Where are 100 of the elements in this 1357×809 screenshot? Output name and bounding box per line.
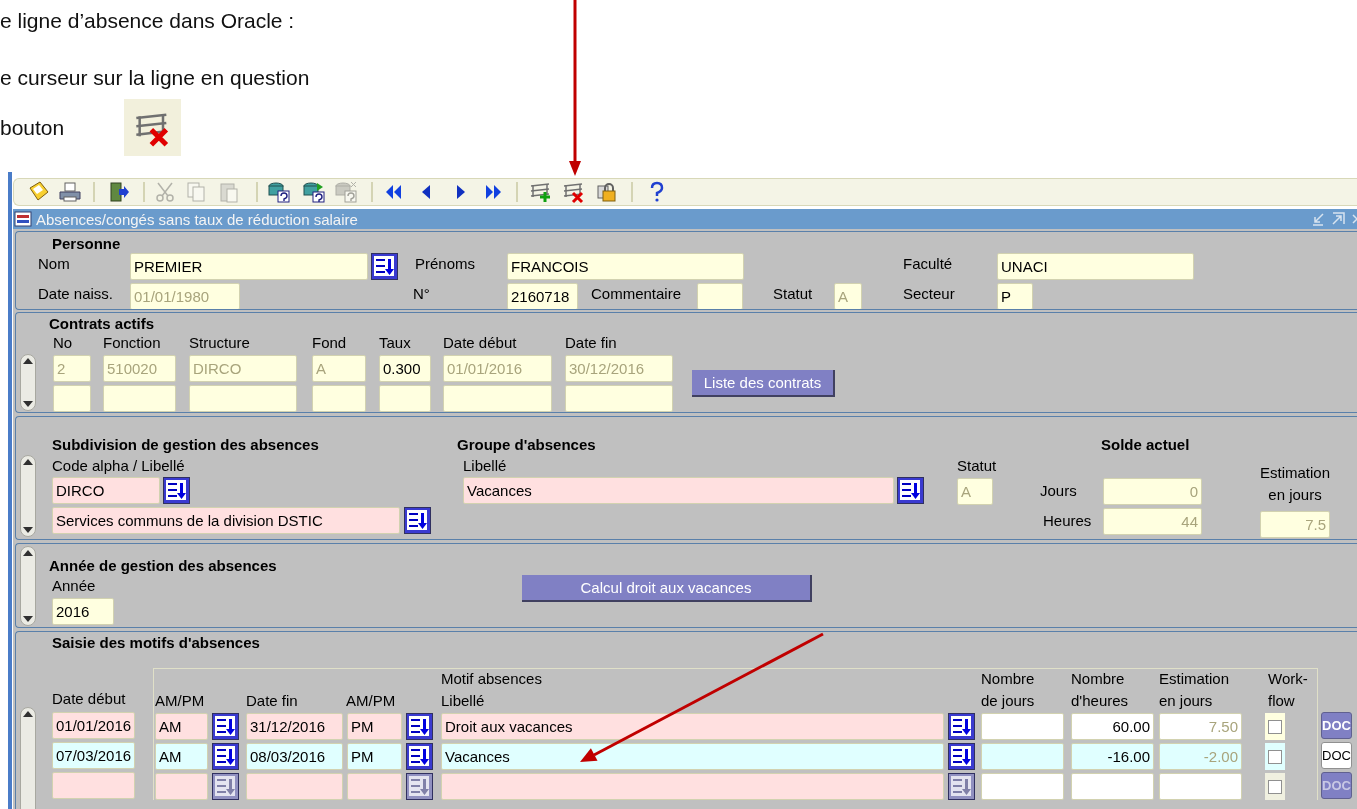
doc-button[interactable]: DOC xyxy=(1321,712,1352,739)
lock-icon[interactable] xyxy=(594,180,618,204)
input-field[interactable] xyxy=(189,385,297,412)
input-field[interactable]: FRANCOIS xyxy=(507,253,744,280)
field-label: N° xyxy=(413,284,430,302)
field-label: Faculté xyxy=(903,254,953,272)
input-field[interactable] xyxy=(981,743,1064,770)
input-field[interactable]: 2016 xyxy=(52,598,114,625)
column-header: No xyxy=(53,333,73,351)
input-field[interactable] xyxy=(981,773,1064,800)
scroll-bar[interactable] xyxy=(20,455,36,537)
input-field[interactable] xyxy=(379,385,431,412)
input-field[interactable] xyxy=(565,385,673,412)
input-field[interactable]: PM xyxy=(347,713,402,740)
input-field[interactable]: Vacances xyxy=(441,743,944,770)
section-title: Subdivision de gestion des absences xyxy=(52,436,319,453)
input-field[interactable]: -16.00 xyxy=(1071,743,1154,770)
doc-button[interactable]: DOC xyxy=(1321,742,1352,769)
input-field[interactable]: UNACI xyxy=(997,253,1194,280)
input-field[interactable]: P xyxy=(997,283,1033,309)
database-query-icon[interactable] xyxy=(267,180,291,204)
field-label: Prénoms xyxy=(415,254,476,272)
column-header: Date début xyxy=(443,333,517,351)
list-icon[interactable] xyxy=(948,713,975,740)
field-label: Commentaire xyxy=(591,284,682,302)
list-icon[interactable] xyxy=(406,713,433,740)
input-field[interactable]: 07/03/2016 xyxy=(52,742,136,769)
input-field[interactable] xyxy=(52,772,136,799)
checkbox[interactable] xyxy=(1268,749,1282,764)
list-icon[interactable] xyxy=(948,743,975,770)
database-run-icon[interactable] xyxy=(302,180,326,204)
field-label: Statut xyxy=(957,457,997,474)
column-header: Structure xyxy=(189,333,250,351)
input-field[interactable]: 01/01/2016 xyxy=(52,712,136,739)
field-label: Estimation xyxy=(1260,463,1331,481)
instruction-text: bouton xyxy=(0,115,65,140)
column-header: Date fin xyxy=(246,691,298,709)
input-field[interactable] xyxy=(697,283,743,309)
input-field[interactable] xyxy=(53,385,91,412)
field-label: Année xyxy=(52,576,96,594)
down-arrow-icon[interactable] xyxy=(23,527,33,533)
input-field[interactable]: PREMIER xyxy=(130,253,368,280)
list-icon[interactable] xyxy=(404,507,431,534)
field-label: Jours xyxy=(1040,481,1077,499)
list-icon[interactable] xyxy=(163,477,190,504)
column-header: d'heures xyxy=(1071,691,1129,709)
input-field[interactable] xyxy=(443,385,552,412)
checkbox[interactable] xyxy=(1268,719,1282,734)
input-field[interactable] xyxy=(246,773,343,800)
input-field[interactable] xyxy=(1071,773,1154,800)
input-field[interactable] xyxy=(103,385,176,412)
list-icon[interactable] xyxy=(406,743,433,770)
input-field[interactable] xyxy=(441,773,944,800)
up-arrow-icon[interactable] xyxy=(23,550,33,556)
input-field[interactable]: DIRCO xyxy=(52,477,160,504)
input-field[interactable] xyxy=(1159,773,1242,800)
column-header: flow xyxy=(1268,691,1295,709)
list-icon[interactable] xyxy=(371,253,398,280)
up-arrow-icon[interactable] xyxy=(23,358,33,364)
input-field[interactable]: PM xyxy=(347,743,402,770)
input-field[interactable] xyxy=(981,713,1064,740)
list-icon[interactable] xyxy=(897,477,924,504)
input-field[interactable]: AM xyxy=(155,713,208,740)
delete-row-icon[interactable] xyxy=(562,180,586,204)
scroll-bar[interactable] xyxy=(20,707,36,809)
list-icon[interactable] xyxy=(212,743,239,770)
checkbox[interactable] xyxy=(1268,779,1282,794)
column-header: Libellé xyxy=(441,691,485,709)
column-header: Fonction xyxy=(103,333,161,351)
column-header: Fond xyxy=(312,333,347,351)
input-field[interactable]: AM xyxy=(155,743,208,770)
down-arrow-icon[interactable] xyxy=(23,401,33,407)
input-field[interactable]: Droit aux vacances xyxy=(441,713,944,740)
calculate-button[interactable]: Calcul droit aux vacances xyxy=(522,575,812,602)
list-icon[interactable] xyxy=(212,773,239,800)
field-label: Statut xyxy=(773,284,813,302)
column-header: de jours xyxy=(981,691,1035,709)
insert-row-icon[interactable] xyxy=(529,180,553,204)
input-field[interactable] xyxy=(347,773,402,800)
scroll-bar[interactable] xyxy=(20,546,36,626)
down-arrow-icon[interactable] xyxy=(23,616,33,622)
scroll-bar[interactable] xyxy=(20,354,36,411)
input-field[interactable]: 0.300 xyxy=(379,355,431,382)
list-icon[interactable] xyxy=(948,773,975,800)
list-icon[interactable] xyxy=(212,713,239,740)
up-arrow-icon[interactable] xyxy=(23,459,33,465)
column-header: Work- xyxy=(1268,669,1308,687)
input-field[interactable]: Vacances xyxy=(463,477,894,504)
printer-icon[interactable] xyxy=(57,180,81,204)
input-field[interactable]: Services communs de la division DSTIC xyxy=(52,507,400,534)
list-contracts-button[interactable]: Liste des contrats xyxy=(692,370,835,397)
input-field[interactable]: 08/03/2016 xyxy=(246,743,343,770)
input-field[interactable] xyxy=(155,773,208,800)
input-field[interactable]: 31/12/2016 xyxy=(246,713,343,740)
input-field[interactable]: 60.00 xyxy=(1071,713,1154,740)
input-field[interactable] xyxy=(312,385,366,412)
input-field[interactable]: 2160718 xyxy=(507,283,578,309)
form-icon xyxy=(13,209,33,229)
list-icon[interactable] xyxy=(406,773,433,800)
up-arrow-icon[interactable] xyxy=(23,711,33,717)
